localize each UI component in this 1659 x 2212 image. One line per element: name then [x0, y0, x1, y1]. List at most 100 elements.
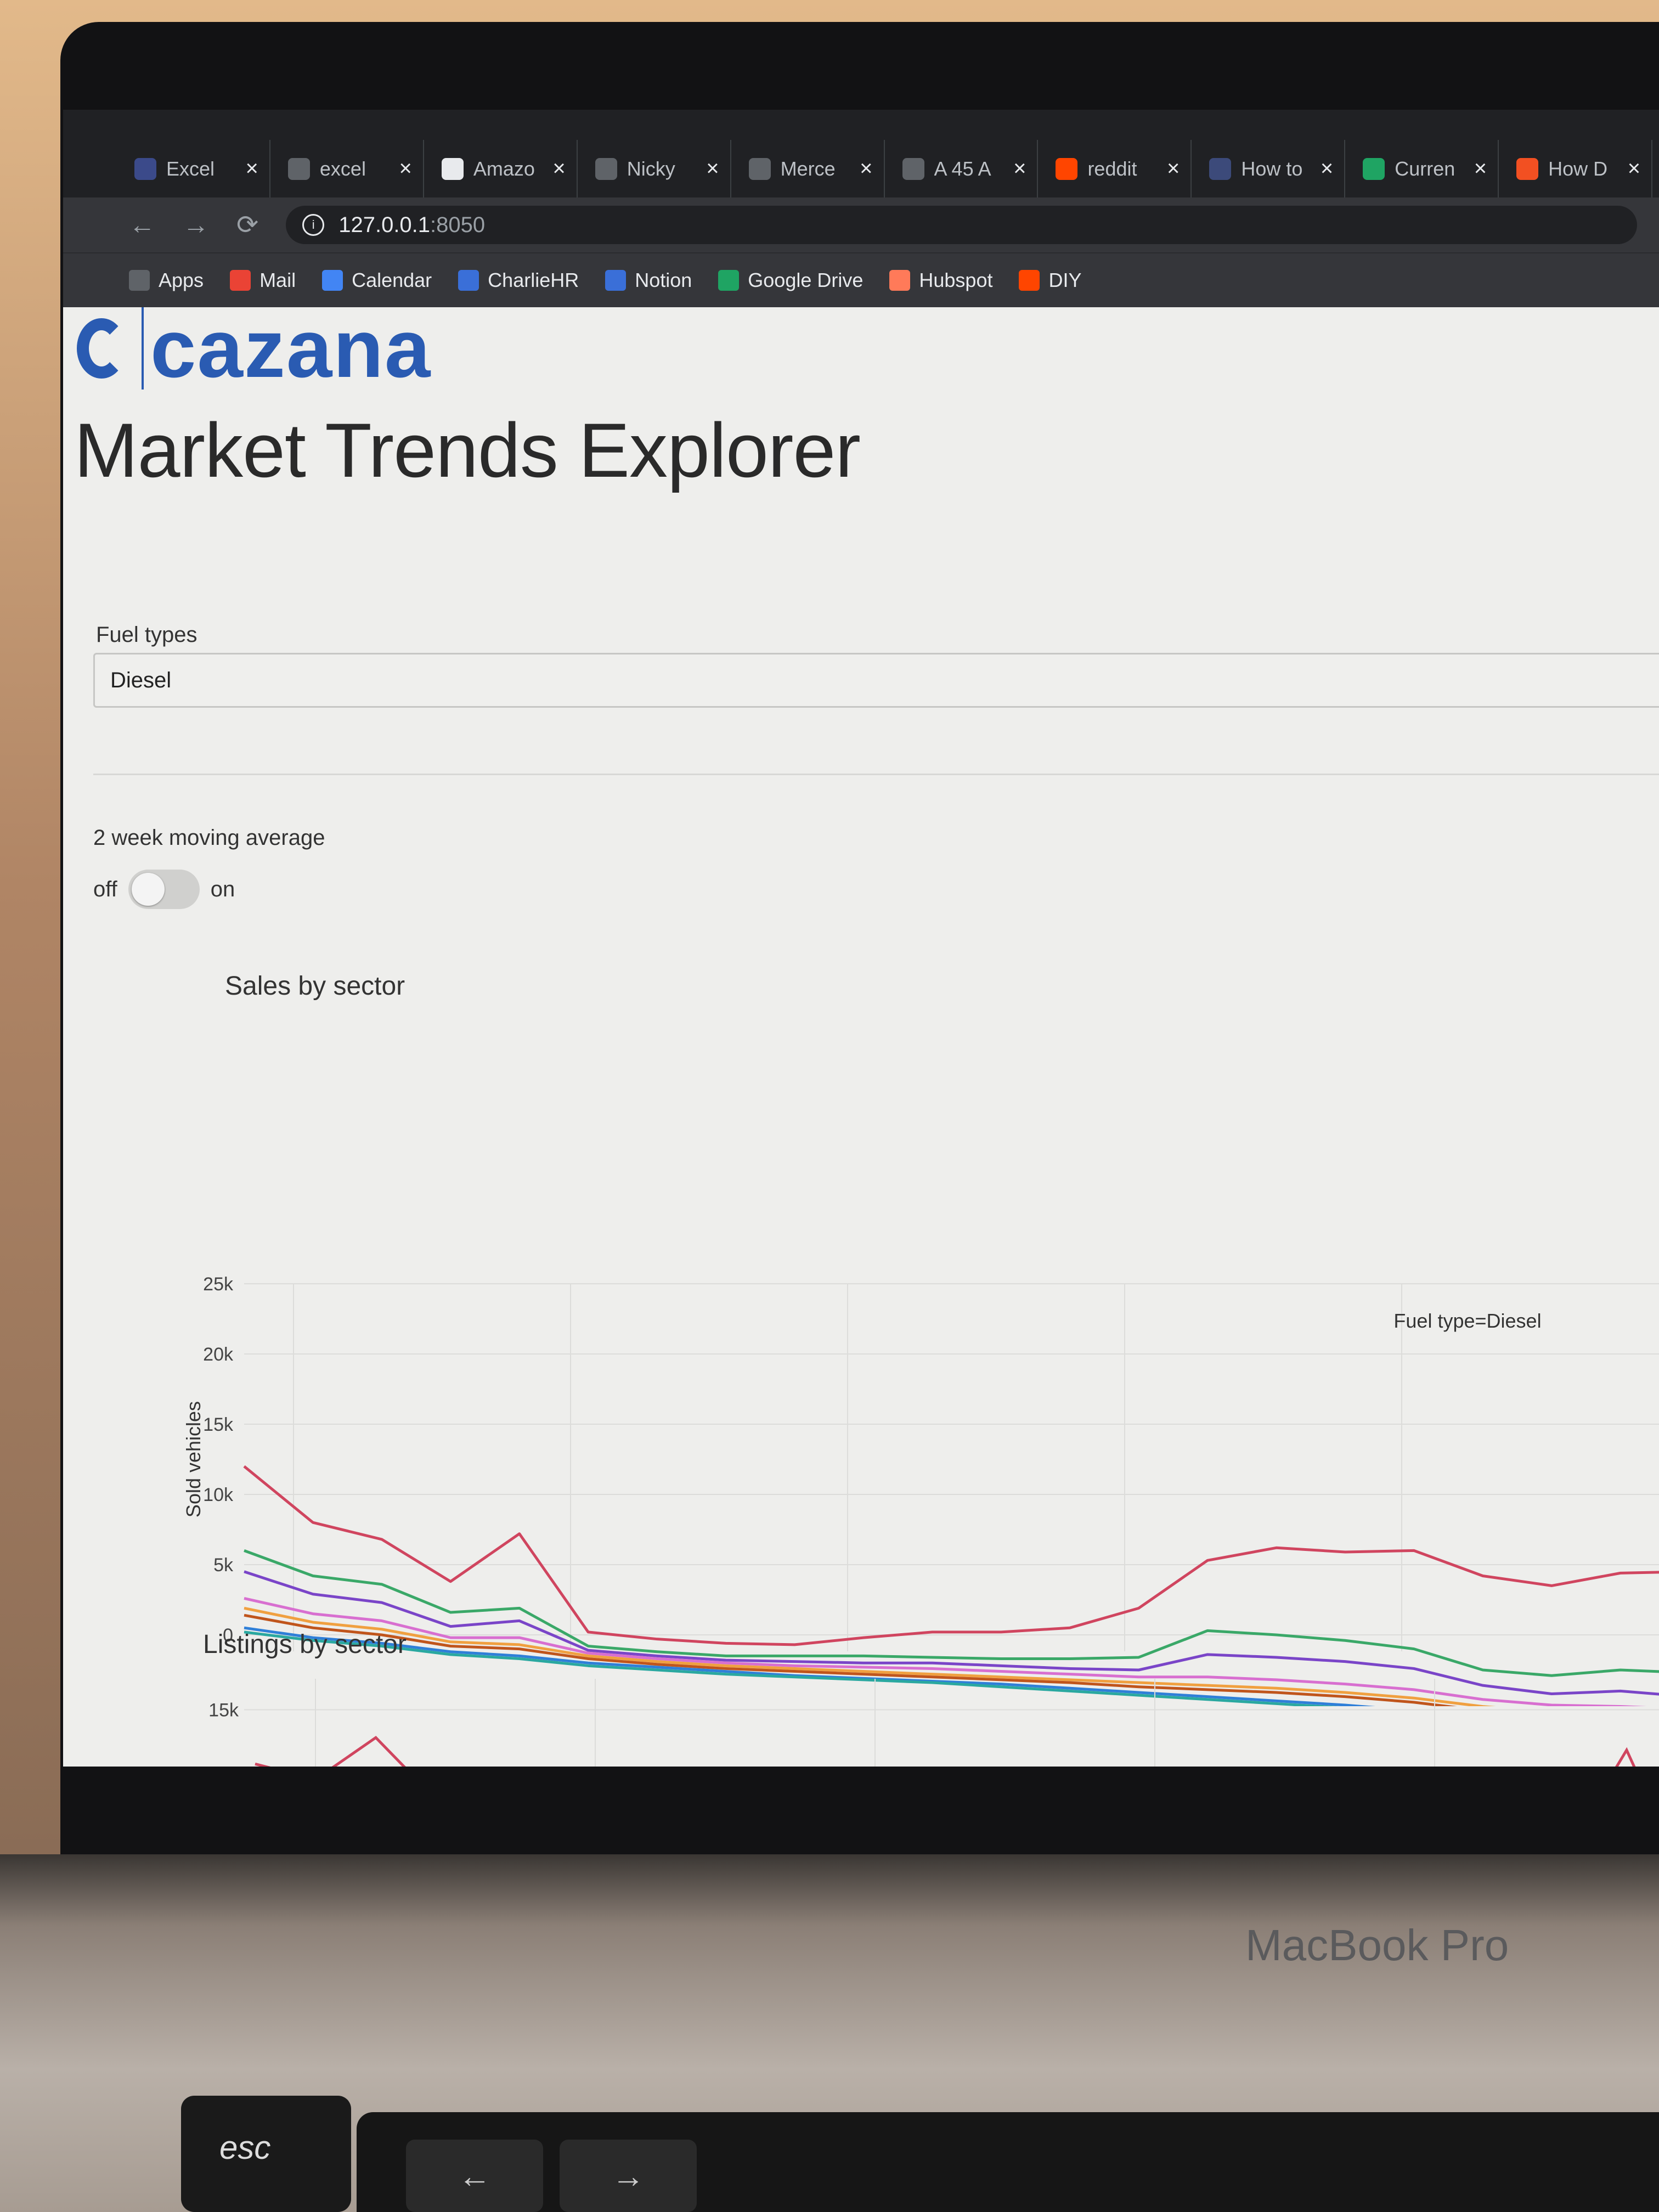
close-tab-icon[interactable]: ×	[552, 156, 565, 181]
close-tab-icon[interactable]: ×	[1013, 156, 1026, 181]
bookmark-notion[interactable]: Notion	[605, 269, 692, 292]
touchbar-forward-key[interactable]: →	[560, 2140, 697, 2212]
tab-title: Amazo	[473, 157, 535, 180]
browser-tab[interactable]: excel ×	[277, 140, 424, 198]
close-tab-icon[interactable]: ×	[1628, 156, 1640, 181]
sales-chart: 05k10k15k20k25kMar 2020Apr 2020May 2020J…	[182, 1274, 1659, 1706]
close-tab-icon[interactable]: ×	[246, 156, 258, 181]
bookmark-label: Calendar	[352, 269, 432, 291]
touchbar-back-key[interactable]: ←	[406, 2140, 543, 2212]
reddit-icon	[1019, 270, 1040, 291]
google-drive-icon	[718, 270, 740, 291]
info-icon[interactable]: i	[302, 214, 325, 236]
tab-title: Excel	[166, 157, 215, 180]
browser-tab[interactable]: reddit ×	[1045, 140, 1192, 198]
bookmark-apps[interactable]: Apps	[129, 269, 204, 292]
fuel-types-select[interactable]: Diesel	[93, 653, 1659, 708]
y-tick-label: 10k	[203, 1485, 234, 1505]
bookmark-label: Hubspot	[919, 269, 993, 291]
forward-icon[interactable]: →	[183, 210, 209, 240]
browser-tab[interactable]: Nicky ×	[584, 140, 731, 198]
y-tick-label: 20k	[203, 1344, 234, 1365]
tab-title: excel	[319, 157, 366, 180]
browser-tab[interactable]: Merce ×	[738, 140, 885, 198]
address-bar: ← → ⟳ i 127.0.0.1:8050	[63, 198, 1659, 252]
browser-tab[interactable]: A 45 A ×	[891, 140, 1039, 198]
tab-title: How to	[1241, 157, 1303, 180]
bookmark-label: Notion	[635, 269, 692, 291]
reddit-icon	[1056, 157, 1078, 180]
google-drive-icon	[1363, 157, 1385, 180]
mercedes-icon	[748, 157, 771, 180]
toggle-off-label: off	[93, 877, 117, 901]
web-page: cazana Market Trends Explorer Fuel types…	[63, 307, 1659, 1767]
url-input[interactable]: i 127.0.0.1:8050	[286, 206, 1637, 244]
tab-strip: Excel × excel × Amazo × Nicky × Merce × A 45 A × red…	[63, 110, 1659, 198]
close-tab-icon[interactable]: ×	[1321, 156, 1333, 181]
bookmark-label: Google Drive	[748, 269, 864, 291]
browser-tab[interactable]: Curren ×	[1352, 140, 1499, 198]
apps-grid-icon	[129, 270, 150, 291]
bookmarks-bar: Apps Mail Calendar CharlieHR Notion Google Dr…	[63, 252, 1659, 307]
close-tab-icon[interactable]: ×	[1167, 156, 1180, 181]
logo-divider	[142, 307, 144, 390]
moving-average-toggle-row: off on	[93, 870, 235, 909]
esc-key[interactable]: esc	[181, 2096, 351, 2212]
cazana-logo-icon	[77, 313, 132, 384]
y-axis-label: Sold vehicles	[182, 1401, 205, 1517]
bookmark-diy[interactable]: DIY	[1019, 269, 1081, 292]
y-tick-label: 25k	[203, 1274, 234, 1295]
bookmark-calendar[interactable]: Calendar	[322, 269, 432, 292]
toggle-knob[interactable]	[131, 873, 165, 906]
close-tab-icon[interactable]: ×	[706, 156, 719, 181]
tab-title: Curren	[1395, 157, 1455, 180]
cazana-logo: cazana	[77, 307, 431, 390]
browser-tab[interactable]: Amazo ×	[431, 140, 578, 198]
bookmark-label: Apps	[159, 269, 204, 291]
tab-title: reddit	[1087, 157, 1137, 180]
tab-title: Nicky	[627, 157, 675, 180]
bookmark-hubspot[interactable]: Hubspot	[889, 269, 992, 292]
bookmark-label: Mail	[259, 269, 296, 291]
bookmark-mail[interactable]: Mail	[230, 269, 296, 292]
laptop-brand: MacBook Pro	[1245, 1921, 1509, 1970]
browser-tab[interactable]: Excel ×	[123, 140, 270, 198]
reload-icon[interactable]: ⟳	[236, 210, 258, 240]
bookmark-google-drive[interactable]: Google Drive	[718, 269, 863, 292]
url-host: 127.0.0.1	[338, 212, 431, 237]
series-line-1	[244, 1549, 1659, 1677]
bookmark-charliehr[interactable]: CharlieHR	[458, 269, 579, 292]
tab-title: How D	[1548, 157, 1608, 180]
moving-average-toggle[interactable]	[128, 870, 200, 909]
sales-chart-title: Sales by sector	[225, 972, 405, 1001]
calendar-icon	[322, 270, 343, 291]
fuel-types-label: Fuel types	[96, 623, 198, 647]
browser-tab[interactable]: How to ×	[1198, 140, 1346, 198]
series-line-0	[243, 1465, 1659, 1646]
fuel-types-value: Diesel	[110, 668, 172, 692]
notion-icon	[605, 270, 627, 291]
close-tab-icon[interactable]: ×	[1474, 156, 1487, 181]
bookmark-label: CharlieHR	[488, 269, 579, 291]
listings-chart: 15k10kgsFuel type=Diesel	[208, 1679, 1659, 1767]
url-port: :8050	[430, 212, 486, 237]
tab-title: Merce	[780, 157, 836, 180]
y-tick-label: 5k	[213, 1555, 234, 1576]
nbc-icon	[595, 157, 617, 180]
browser-tab[interactable]: How D ×	[1505, 140, 1653, 198]
logo-text: cazana	[150, 302, 432, 394]
back-icon[interactable]: ←	[129, 210, 155, 240]
close-tab-icon[interactable]: ×	[860, 156, 872, 181]
excel-icon	[134, 157, 156, 180]
close-tab-icon[interactable]: ×	[399, 156, 411, 181]
toggle-on-label: on	[210, 877, 235, 901]
google-icon	[287, 157, 310, 180]
touch-bar	[357, 2112, 1659, 2212]
microsoft-icon	[1516, 157, 1539, 180]
series-line-0	[255, 1736, 406, 1767]
divider	[93, 774, 1659, 775]
hubspot-icon	[889, 270, 911, 291]
moving-average-label: 2 week moving average	[93, 826, 325, 850]
y-tick-label: 15k	[203, 1414, 234, 1435]
laptop-screen: Excel × excel × Amazo × Nicky × Merce × A 45 A × red…	[63, 110, 1659, 1767]
